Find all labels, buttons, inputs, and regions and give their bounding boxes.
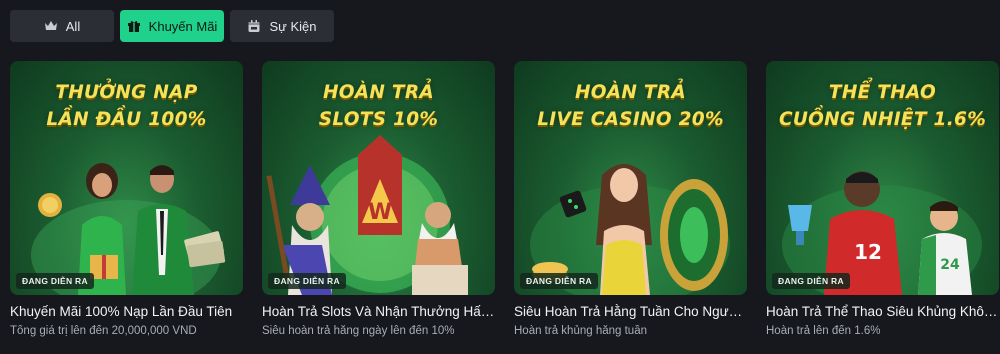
banner-headline: HOÀN TRẢ LIVE CASINO 20%	[514, 79, 747, 133]
status-badge: ĐANG DIỄN RA	[16, 273, 94, 289]
tab-all[interactable]: All	[10, 10, 114, 42]
promotion-title[interactable]: Hoàn Trả Thể Thao Siêu Khủng Không Giới …	[766, 304, 999, 319]
promotion-card[interactable]: THỂ THAO CUỒNG NHIỆT 1.6% 12 24 ĐANG DIỄ…	[766, 61, 999, 337]
tab-all-label: All	[65, 18, 81, 34]
promotion-banner[interactable]: HOÀN TRẢ LIVE CASINO 20% ĐANG DIỄN RA	[514, 61, 747, 295]
banner-headline: HOÀN TRẢ SLOTS 10%	[262, 79, 495, 133]
headline-line-2: CUỒNG NHIỆT 1.6%	[778, 109, 987, 130]
promotion-grid: THƯỞNG NẠP LẦN ĐẦU 100% ĐANG DIỄN RA Khu…	[10, 61, 999, 337]
promotion-banner[interactable]: HOÀN TRẢ SLOTS 10% W ĐANG DIỄN RA	[262, 61, 495, 295]
headline-line-1: HOÀN TRẢ	[322, 82, 435, 103]
promotion-subtitle: Hoàn trả khủng hằng tuần	[514, 325, 647, 337]
banner-illustration: W	[266, 135, 468, 295]
gift-icon	[127, 19, 141, 33]
promotion-banner[interactable]: THỂ THAO CUỒNG NHIỆT 1.6% 12 24 ĐANG DIỄ…	[766, 61, 999, 295]
svg-text:12: 12	[854, 240, 882, 264]
category-tabs: All Khuyến Mãi Sự Kiện	[10, 10, 334, 42]
status-badge: ĐANG DIỄN RA	[772, 273, 850, 289]
promotion-card[interactable]: HOÀN TRẢ SLOTS 10% W ĐANG DIỄN RA Hoàn T…	[262, 61, 495, 337]
headline-line-2: LẦN ĐẦU 100%	[46, 109, 207, 130]
promotion-title[interactable]: Hoàn Trả Slots Và Nhận Thưởng Hấp Dẫn	[262, 304, 495, 319]
headline-line-1: THỂ THAO	[828, 82, 937, 103]
promotion-title[interactable]: Khuyến Mãi 100% Nạp Lần Đầu Tiên	[10, 304, 243, 319]
status-badge: ĐANG DIỄN RA	[268, 273, 346, 289]
tab-promotions[interactable]: Khuyến Mãi	[120, 10, 224, 42]
banner-illustration	[31, 163, 226, 295]
promotion-subtitle: Tổng giá trị lên đến 20,000,000 VND	[10, 325, 197, 337]
headline-line-2: SLOTS 10%	[318, 109, 439, 130]
promotion-card[interactable]: THƯỞNG NẠP LẦN ĐẦU 100% ĐANG DIỄN RA Khu…	[10, 61, 243, 337]
headline-line-2: LIVE CASINO 20%	[537, 109, 724, 130]
tab-events-label: Sự Kiện	[269, 18, 317, 34]
headline-line-1: THƯỞNG NẠP	[55, 82, 198, 103]
banner-illustration	[530, 164, 730, 295]
svg-text:W: W	[368, 200, 392, 225]
promotion-subtitle: Siêu hoàn trả hằng ngày lên đến 10%	[262, 325, 455, 337]
tab-events[interactable]: Sự Kiện	[230, 10, 334, 42]
banner-headline: THỂ THAO CUỒNG NHIỆT 1.6%	[766, 79, 999, 133]
crown-icon	[44, 19, 58, 33]
promotion-subtitle: Hoàn trả lên đến 1.6%	[766, 325, 881, 337]
promotion-title[interactable]: Siêu Hoàn Trả Hằng Tuần Cho Người Chơi	[514, 304, 747, 319]
banner-headline: THƯỞNG NẠP LẦN ĐẦU 100%	[10, 79, 243, 133]
headline-line-1: HOÀN TRẢ	[574, 82, 687, 103]
promotion-banner[interactable]: THƯỞNG NẠP LẦN ĐẦU 100% ĐANG DIỄN RA	[10, 61, 243, 295]
status-badge: ĐANG DIỄN RA	[520, 273, 598, 289]
calendar-icon	[247, 19, 261, 33]
banner-illustration: 12 24	[782, 171, 982, 295]
promotion-card[interactable]: HOÀN TRẢ LIVE CASINO 20% ĐANG DIỄN RA Si…	[514, 61, 747, 337]
svg-text:24: 24	[940, 257, 960, 273]
tab-promotions-label: Khuyến Mãi	[148, 18, 218, 34]
